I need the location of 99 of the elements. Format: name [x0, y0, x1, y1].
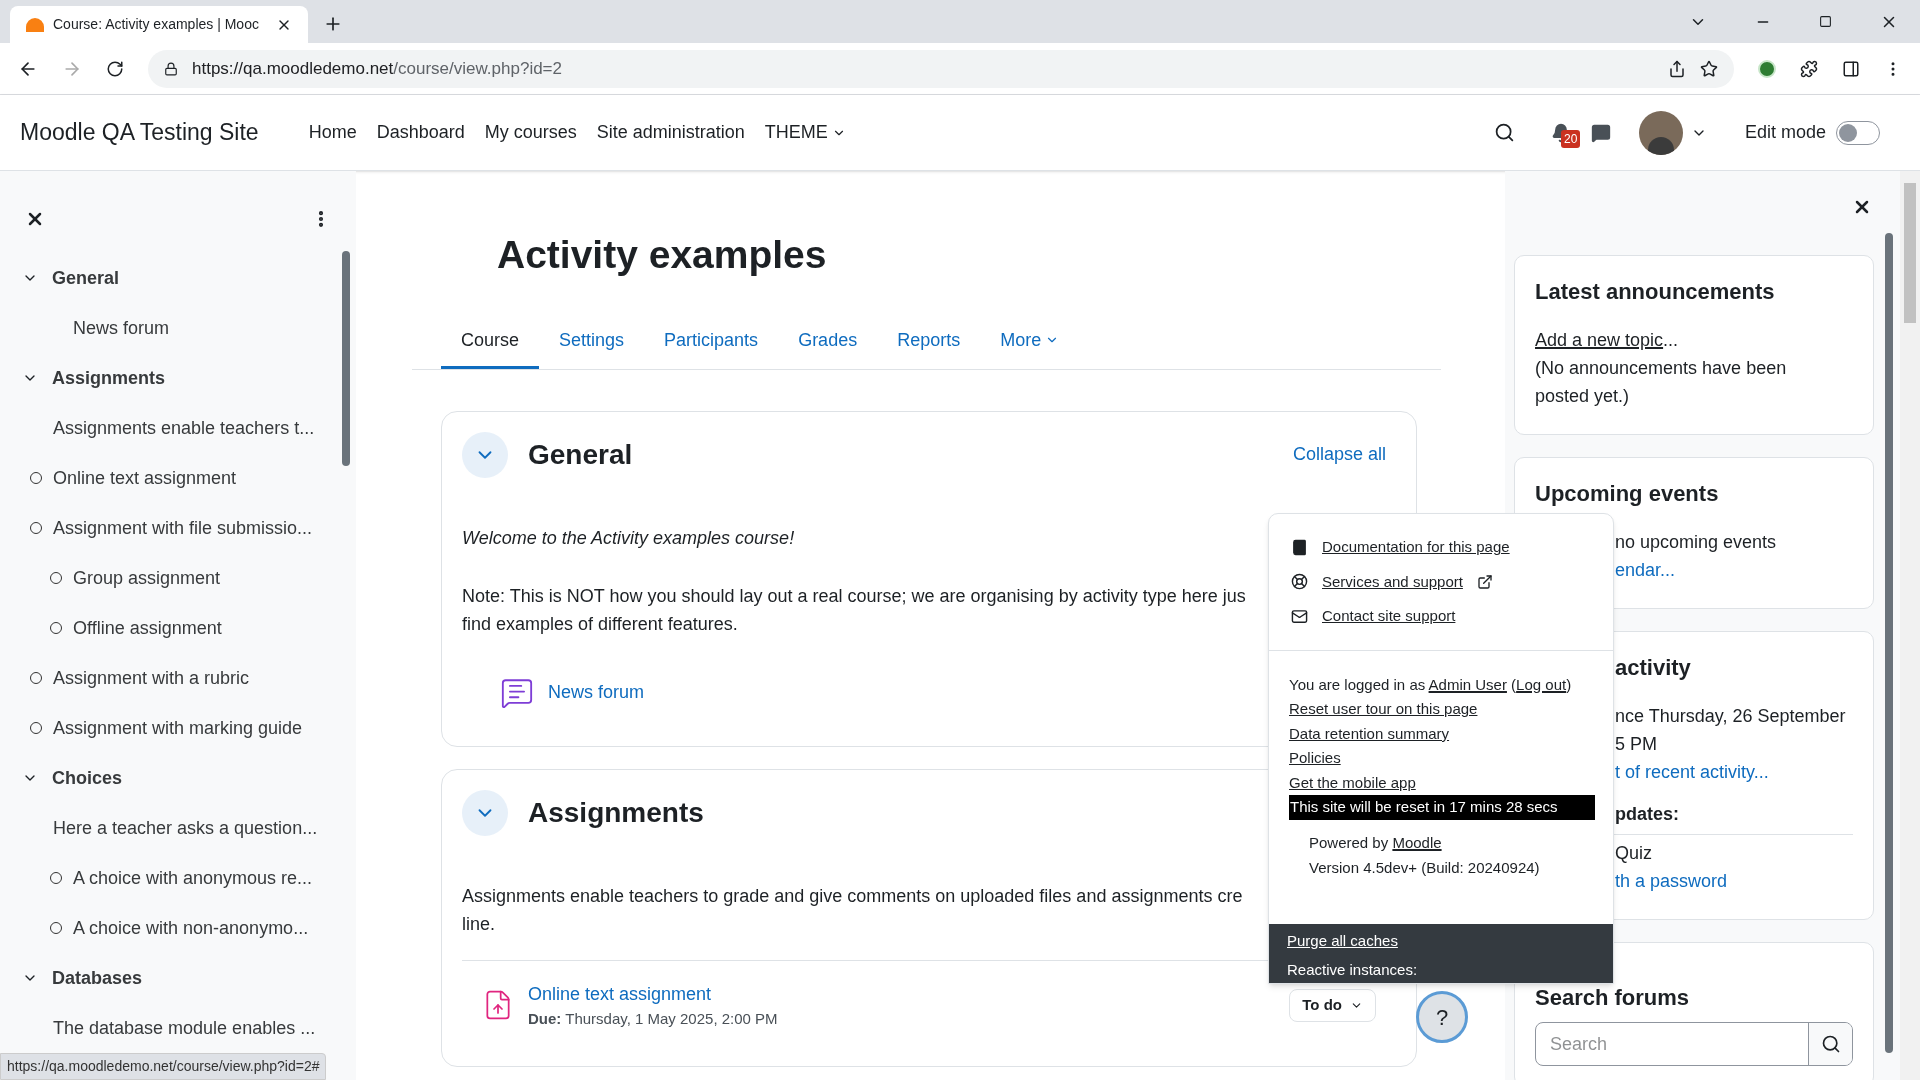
course-index-section[interactable]: General	[52, 264, 120, 292]
activity-link[interactable]: News forum	[548, 679, 645, 706]
activity-link[interactable]: Online text assignment	[528, 980, 712, 1008]
side-panel-icon[interactable]	[1842, 59, 1860, 78]
text-line: 5 PM	[1615, 734, 1657, 754]
course-tab[interactable]: Participants	[644, 314, 779, 369]
course-index-link[interactable]: Offline assignment	[73, 614, 222, 642]
reactive-instances-label: Reactive instances:	[1287, 959, 1418, 980]
search-field[interactable]: Search	[1535, 1022, 1853, 1066]
text-line: You are logged in as Admin User (Log out)	[1289, 674, 1572, 695]
link[interactable]: Add a new topic	[1535, 330, 1664, 350]
course-index-section[interactable]: Databases	[52, 964, 143, 992]
section-text: Assignments enable teachers to grade and give comments on uploaded files and assignments cre line.	[462, 884, 1243, 936]
footer-link[interactable]: Policies	[1289, 746, 1341, 771]
course-index-link[interactable]: Assignment with a rubric	[53, 664, 250, 692]
course-index-link[interactable]: Assignment with marking guide	[53, 714, 303, 742]
course-index-link[interactable]: Group assignment	[73, 564, 221, 592]
nav-link[interactable]: THEME	[754, 119, 856, 146]
reset-notice: This site will be reset in 17 mins 28 secs	[1289, 795, 1595, 820]
footer-link[interactable]: Services and support	[1322, 570, 1463, 593]
due-date: Due: Thursday, 1 May 2025, 2:00 PM	[528, 1008, 778, 1029]
search-icon[interactable]	[1493, 122, 1515, 143]
nav-link[interactable]: Dashboard	[366, 119, 475, 146]
section-text: Note: This is NOT how you should lay out a real course; we are organising by activity type here jus find examples of different features.	[462, 584, 1246, 636]
course-tab[interactable]: Grades	[778, 314, 878, 369]
course-tab[interactable]: Reports	[877, 314, 981, 369]
course-index-link[interactable]: Assignment with file submissio...	[53, 514, 313, 542]
book-icon	[1291, 538, 1308, 556]
course-index-link[interactable]: News forum	[73, 314, 170, 342]
lifebuoy-icon	[1291, 573, 1308, 591]
text-line: (No announcements have been posted yet.)	[1535, 358, 1787, 406]
envelope-icon	[1291, 607, 1308, 625]
text-line: Quiz	[1615, 843, 1652, 863]
link[interactable]: Admin User	[1428, 675, 1507, 693]
footer-link[interactable]: Contact site support	[1322, 605, 1456, 628]
tab-title: Course: Activity examples | Mooc	[53, 15, 260, 34]
share-icon[interactable]	[1668, 59, 1686, 78]
text-line: no upcoming events	[1615, 532, 1777, 552]
footer-link[interactable]: Documentation for this page	[1322, 536, 1510, 559]
reload-icon[interactable]	[106, 59, 124, 78]
nav-link[interactable]: My courses	[474, 119, 587, 146]
course-index-link[interactable]: A choice with non-anonymo...	[73, 914, 309, 942]
footer-link[interactable]: Data retention summary	[1289, 721, 1450, 746]
text-line: Powered by Moodle	[1309, 832, 1442, 853]
messages-icon[interactable]	[1590, 122, 1611, 143]
purge-caches-link[interactable]: Purge all caches	[1287, 930, 1398, 953]
block-title: Latest announcements	[1535, 278, 1775, 306]
section-title: General	[528, 437, 633, 472]
search-button[interactable]	[1808, 1023, 1852, 1065]
text-line: Add a new topic...	[1535, 330, 1679, 350]
block-title: Upcoming events	[1535, 480, 1719, 508]
link[interactable]: Moodle	[1392, 833, 1442, 851]
course-tab[interactable]: Course	[441, 314, 540, 369]
text-line: pdates:	[1615, 804, 1679, 824]
bookmark-star-icon[interactable]	[1700, 59, 1718, 78]
scrollbar-thumb[interactable]	[342, 251, 350, 466]
course-index-link[interactable]: Here a teacher asks a question...	[53, 814, 318, 842]
course-tab[interactable]: More	[980, 314, 1080, 369]
scrollbar-thumb[interactable]	[1904, 183, 1916, 323]
nav-link[interactable]: Home	[298, 119, 367, 146]
extensions-icon[interactable]	[1800, 59, 1818, 78]
footer-link[interactable]: Reset user tour on this page	[1289, 697, 1478, 722]
lock-icon	[164, 61, 178, 76]
site-name[interactable]: Moodle QA Testing Site	[20, 115, 259, 150]
maximize-icon[interactable]	[1819, 15, 1832, 28]
browser-tab[interactable]: Course: Activity examples | Mooc	[10, 6, 308, 43]
section-text: Welcome to the Activity examples course!	[462, 526, 795, 550]
scrollbar-thumb[interactable]	[1885, 233, 1893, 1053]
page-title: Activity examples	[497, 232, 828, 278]
status-url-bubble: https://qa.moodledemo.net/course/view.php?id=2#	[0, 1053, 327, 1080]
text-line: nce Thursday, 26 September	[1615, 706, 1846, 726]
footer-link[interactable]: Get the mobile app	[1289, 770, 1416, 795]
address-bar[interactable]: https://qa.moodledemo.net/course/view.php?id=2	[148, 49, 1734, 88]
edit-mode-label: Edit mode	[1744, 121, 1826, 144]
help-button[interactable]: ?	[1416, 991, 1468, 1043]
collapse-all-link[interactable]: Collapse all	[1292, 441, 1386, 468]
extension-icon[interactable]	[1758, 59, 1776, 78]
edit-mode-switch[interactable]	[1836, 120, 1880, 145]
block-title: activity	[1615, 654, 1691, 682]
version-text: Version 4.5dev+ (Build: 20240924)	[1309, 857, 1540, 878]
section-title: Assignments	[528, 795, 704, 830]
link[interactable]: th a password	[1615, 871, 1728, 891]
course-index-link[interactable]: The database module enables ...	[53, 1014, 316, 1042]
course-index-section[interactable]: Assignments	[52, 364, 166, 392]
link[interactable]: t of recent activity...	[1615, 762, 1769, 782]
link[interactable]: endar...	[1615, 560, 1676, 580]
moodle-hat-icon	[26, 17, 44, 32]
course-index-link[interactable]: Assignments enable teachers t...	[53, 414, 315, 442]
status-dropdown[interactable]: To do	[1289, 989, 1376, 1022]
block-title: Search forums	[1535, 984, 1690, 1012]
course-index-section[interactable]: Choices	[52, 764, 123, 792]
nav-link[interactable]: Site administration	[586, 119, 755, 146]
url-text: https://qa.moodledemo.net/course/view.php?id=2	[192, 57, 562, 80]
course-index-link[interactable]: Online text assignment	[53, 464, 237, 492]
notification-count: 20	[1560, 129, 1581, 148]
search-icon	[1820, 1034, 1841, 1054]
search-input[interactable]: Search	[1536, 1023, 1808, 1065]
course-index-link[interactable]: A choice with anonymous re...	[73, 864, 313, 892]
course-tab[interactable]: Settings	[539, 314, 645, 369]
